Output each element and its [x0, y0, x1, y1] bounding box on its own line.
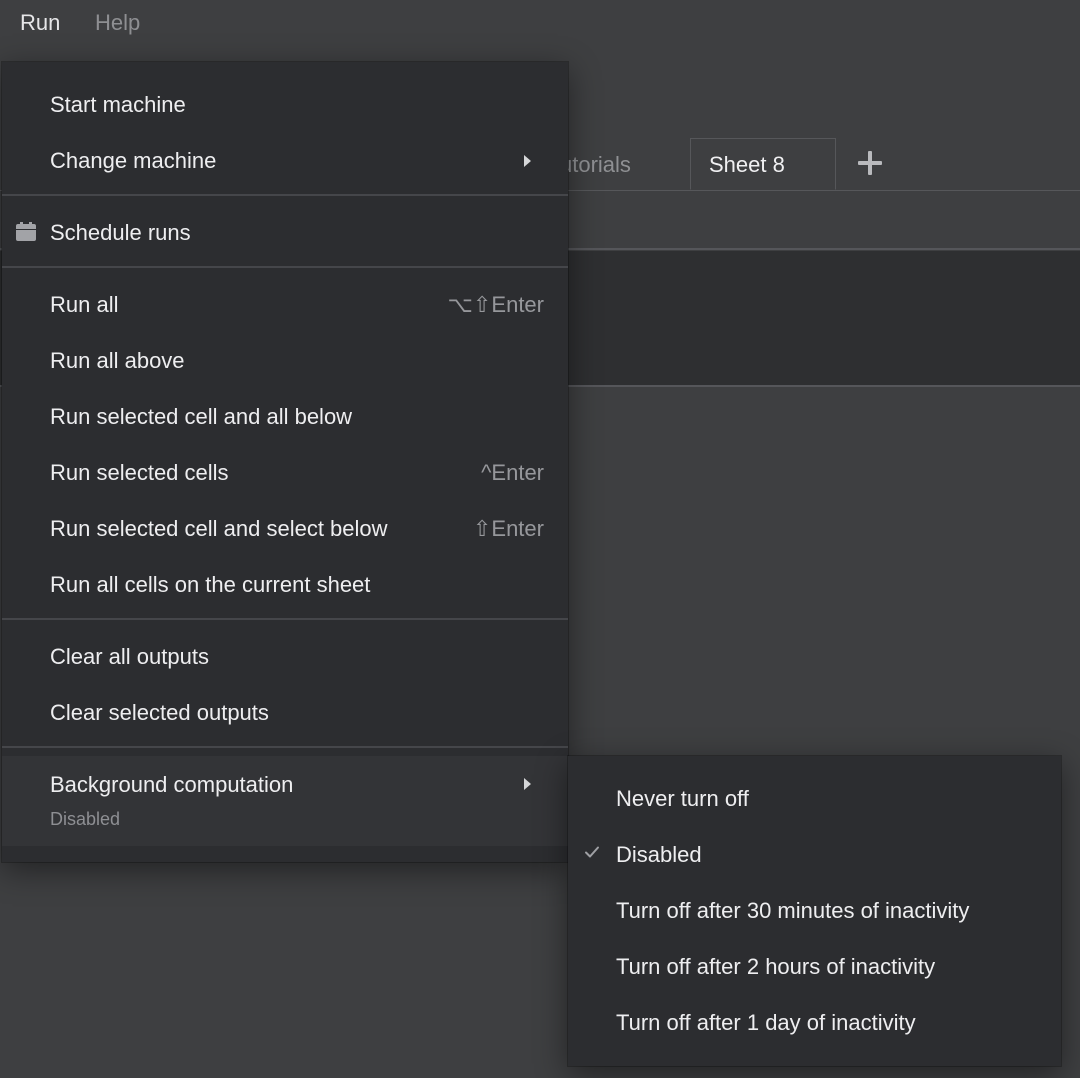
menu-item-start-machine[interactable]: Start machine	[2, 77, 568, 133]
menu-item-schedule-runs[interactable]: Schedule runs	[2, 205, 568, 261]
background-computation-submenu: Never turn off Disabled Turn off after 3…	[568, 756, 1061, 1066]
menu-item-run-all-current-sheet[interactable]: Run all cells on the current sheet	[2, 557, 568, 613]
submenu-item-never-turn-off[interactable]: Never turn off	[568, 771, 1061, 827]
submenu-item-label: Never turn off	[616, 786, 749, 812]
menu-item-clear-all-outputs[interactable]: Clear all outputs	[2, 629, 568, 685]
menubar-run[interactable]: Run	[20, 10, 60, 36]
menu-item-change-machine[interactable]: Change machine	[2, 133, 568, 189]
add-sheet-icon[interactable]	[856, 148, 884, 176]
menu-item-background-computation[interactable]: Background computation Disabled	[2, 756, 568, 846]
menu-divider	[2, 618, 568, 620]
menu-item-label: Schedule runs	[50, 220, 191, 246]
submenu-item-label: Turn off after 30 minutes of inactivity	[616, 898, 969, 924]
chevron-right-icon	[524, 155, 531, 167]
menu-item-run-selected-select-below[interactable]: Run selected cell and select below ⇧Ente…	[2, 501, 568, 557]
menu-item-label: Run selected cell and select below	[50, 516, 388, 542]
menu-item-label: Start machine	[50, 92, 186, 118]
tab-sheet-8-label: Sheet 8	[709, 152, 785, 178]
menu-item-label: Run all above	[50, 348, 185, 374]
tab-sheet-8[interactable]: Sheet 8	[690, 138, 836, 190]
shortcut-hint: ⌥⇧Enter	[448, 292, 544, 318]
shortcut-hint: ^Enter	[481, 460, 544, 486]
menu-bar: Run Help	[0, 0, 1080, 46]
menubar-help[interactable]: Help	[95, 10, 140, 36]
submenu-item-30-minutes[interactable]: Turn off after 30 minutes of inactivity	[568, 883, 1061, 939]
menu-divider	[2, 194, 568, 196]
menu-divider	[2, 266, 568, 268]
chevron-right-icon	[524, 778, 531, 790]
submenu-item-2-hours[interactable]: Turn off after 2 hours of inactivity	[568, 939, 1061, 995]
menu-item-sublabel: Disabled	[50, 808, 120, 830]
submenu-item-label: Disabled	[616, 842, 702, 868]
menu-item-label: Run all cells on the current sheet	[50, 572, 370, 598]
submenu-item-disabled[interactable]: Disabled	[568, 827, 1061, 883]
menu-item-run-selected-cells[interactable]: Run selected cells ^Enter	[2, 445, 568, 501]
menu-item-label: Clear selected outputs	[50, 700, 269, 726]
submenu-item-label: Turn off after 2 hours of inactivity	[616, 954, 935, 980]
menu-divider	[2, 746, 568, 748]
menu-item-label: Background computation	[50, 772, 293, 798]
tab-tutorials[interactable]: utorials	[560, 152, 631, 178]
checkmark-icon	[584, 844, 600, 860]
menu-item-label: Run selected cell and all below	[50, 404, 352, 430]
menu-item-clear-selected-outputs[interactable]: Clear selected outputs	[2, 685, 568, 741]
submenu-item-label: Turn off after 1 day of inactivity	[616, 1010, 916, 1036]
menu-item-run-all[interactable]: Run all ⌥⇧Enter	[2, 277, 568, 333]
menu-item-label: Run all	[50, 292, 118, 318]
shortcut-hint: ⇧Enter	[473, 516, 544, 542]
submenu-item-1-day[interactable]: Turn off after 1 day of inactivity	[568, 995, 1061, 1051]
menu-item-run-selected-and-below[interactable]: Run selected cell and all below	[2, 389, 568, 445]
menu-item-label: Run selected cells	[50, 460, 229, 486]
menu-item-label: Change machine	[50, 148, 216, 174]
calendar-icon	[16, 222, 36, 241]
menu-item-label: Clear all outputs	[50, 644, 209, 670]
menu-item-run-all-above[interactable]: Run all above	[2, 333, 568, 389]
run-menu: Start machine Change machine Schedule ru…	[2, 62, 568, 862]
